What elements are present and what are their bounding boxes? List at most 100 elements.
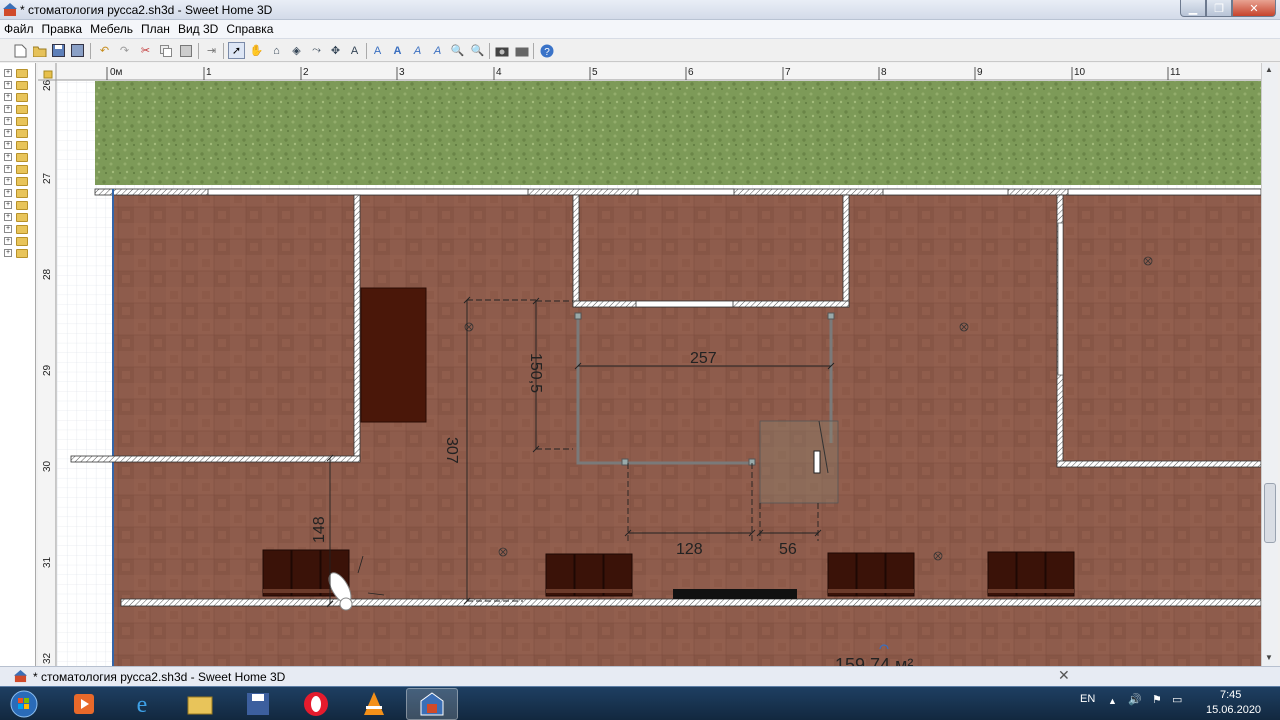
- tree-item[interactable]: +: [4, 116, 32, 126]
- vertical-scrollbar[interactable]: ▲ ▼: [1261, 63, 1278, 666]
- scroll-down-icon[interactable]: ▼: [1265, 653, 1273, 662]
- internet-explorer-taskbar-icon[interactable]: e: [116, 688, 168, 720]
- network-icon[interactable]: ⚑: [1152, 693, 1162, 706]
- close-button[interactable]: ✕: [1232, 0, 1276, 17]
- plan-view[interactable]: 0м 1 2 3 4 5 6 7 8 9 10 11 26 27 28 29 3…: [38, 63, 1261, 666]
- window[interactable]: [1057, 222, 1064, 376]
- undo-icon[interactable]: ↶: [96, 42, 113, 59]
- minimize-button[interactable]: ▁: [1180, 0, 1206, 17]
- zoom-out-icon[interactable]: 🔍: [469, 42, 486, 59]
- help-icon[interactable]: ?: [538, 42, 555, 59]
- menu-file[interactable]: Файл: [0, 22, 38, 36]
- dimension-label[interactable]: 257: [690, 350, 717, 367]
- vlc-taskbar-icon[interactable]: [348, 688, 400, 720]
- clock-date[interactable]: 15.06.2020: [1206, 704, 1261, 716]
- wall[interactable]: [842, 194, 850, 308]
- room-area-label[interactable]: 159,74 м²: [835, 655, 913, 666]
- action-center-icon[interactable]: ▭: [1172, 693, 1182, 706]
- menu-help[interactable]: Справка: [222, 22, 277, 36]
- tree-item[interactable]: +: [4, 68, 32, 78]
- tree-item[interactable]: +: [4, 128, 32, 138]
- save-icon[interactable]: [50, 42, 67, 59]
- tree-item[interactable]: +: [4, 140, 32, 150]
- dimension-label[interactable]: 307: [443, 437, 460, 464]
- menu-3d-view[interactable]: Вид 3D: [174, 22, 222, 36]
- menu-edit[interactable]: Правка: [38, 22, 87, 36]
- wall[interactable]: [120, 598, 1261, 607]
- tree-item[interactable]: +: [4, 224, 32, 234]
- tree-item[interactable]: +: [4, 176, 32, 186]
- menu-plan[interactable]: План: [137, 22, 174, 36]
- dimension-label[interactable]: 148: [311, 516, 328, 543]
- tree-item[interactable]: +: [4, 80, 32, 90]
- create-labels-icon[interactable]: A: [346, 42, 363, 59]
- zoom-in-icon[interactable]: 🔍: [449, 42, 466, 59]
- paste-icon[interactable]: [177, 42, 194, 59]
- wall[interactable]: [1056, 460, 1261, 468]
- wall[interactable]: [70, 455, 361, 463]
- cut-icon[interactable]: ✂: [137, 42, 154, 59]
- copy-icon[interactable]: [157, 42, 174, 59]
- create-polylines-icon[interactable]: ⤳: [308, 42, 325, 59]
- video-icon[interactable]: [513, 42, 530, 59]
- media-player-taskbar-icon[interactable]: [58, 688, 110, 720]
- tree-item[interactable]: +: [4, 152, 32, 162]
- window[interactable]: [1067, 188, 1261, 196]
- save-as-icon[interactable]: [69, 42, 86, 59]
- svg-text:?: ?: [544, 47, 550, 58]
- clock-time[interactable]: 7:45: [1220, 689, 1241, 701]
- tree-item[interactable]: +: [4, 188, 32, 198]
- start-button[interactable]: [4, 688, 44, 720]
- opera-taskbar-icon[interactable]: [290, 688, 342, 720]
- photo-icon[interactable]: [493, 42, 510, 59]
- pan-icon[interactable]: ✋: [248, 42, 265, 59]
- language-indicator[interactable]: EN: [1080, 693, 1095, 705]
- window[interactable]: [882, 188, 1009, 196]
- plan-canvas[interactable]: 0м 1 2 3 4 5 6 7 8 9 10 11 26 27 28 29 3…: [38, 63, 1261, 666]
- add-furniture-icon[interactable]: ⇥: [203, 42, 220, 59]
- tree-item[interactable]: +: [4, 236, 32, 246]
- sweet-home-3d-taskbar-icon[interactable]: [406, 688, 458, 720]
- new-icon[interactable]: [12, 42, 29, 59]
- ruler-label: 27: [42, 172, 53, 184]
- redo-icon[interactable]: ↷: [116, 42, 133, 59]
- window[interactable]: [207, 188, 529, 196]
- wardrobe[interactable]: [360, 287, 427, 423]
- open-icon[interactable]: [31, 42, 48, 59]
- scroll-up-icon[interactable]: ▲: [1265, 65, 1273, 74]
- tree-item[interactable]: +: [4, 212, 32, 222]
- tree-item[interactable]: +: [4, 104, 32, 114]
- window[interactable]: [637, 188, 735, 196]
- scrollbar-thumb[interactable]: [1264, 483, 1276, 543]
- text-italic-icon[interactable]: A: [409, 42, 426, 59]
- tree-item[interactable]: +: [4, 164, 32, 174]
- text-size-icon[interactable]: A: [429, 42, 446, 59]
- save-disk-taskbar-icon[interactable]: [232, 688, 284, 720]
- window[interactable]: [635, 300, 734, 308]
- text-bold-icon[interactable]: A: [389, 42, 406, 59]
- menu-furniture[interactable]: Мебель: [86, 22, 137, 36]
- dimension-label[interactable]: 56: [779, 541, 797, 558]
- wall[interactable]: [353, 194, 361, 462]
- dimension-label[interactable]: 150,5: [527, 353, 544, 393]
- ruler-corner-icon: [43, 70, 53, 79]
- close-pane-icon[interactable]: ✕: [1058, 667, 1070, 684]
- tree-item[interactable]: +: [4, 92, 32, 102]
- wall[interactable]: [572, 194, 580, 308]
- text-style-icon[interactable]: A: [369, 42, 386, 59]
- create-dimensions-icon[interactable]: ✥: [327, 42, 344, 59]
- title-bar: * стоматология русса2.sh3d - Sweet Home …: [0, 0, 1280, 20]
- dimension-label[interactable]: 128: [676, 541, 703, 558]
- radiator[interactable]: [673, 589, 797, 599]
- volume-icon[interactable]: 🔊: [1128, 693, 1142, 706]
- create-walls-icon[interactable]: ⌂: [268, 42, 285, 59]
- tree-item[interactable]: +: [4, 248, 32, 258]
- explorer-taskbar-icon[interactable]: [174, 688, 226, 720]
- maximize-button[interactable]: ❐: [1206, 0, 1232, 17]
- door-handle[interactable]: [813, 450, 821, 474]
- tree-item[interactable]: +: [4, 200, 32, 210]
- tray-expand-icon[interactable]: ▲: [1108, 696, 1117, 706]
- select-icon[interactable]: ➚: [228, 42, 245, 59]
- grass-area[interactable]: [95, 81, 1261, 185]
- create-rooms-icon[interactable]: ◈: [288, 42, 305, 59]
